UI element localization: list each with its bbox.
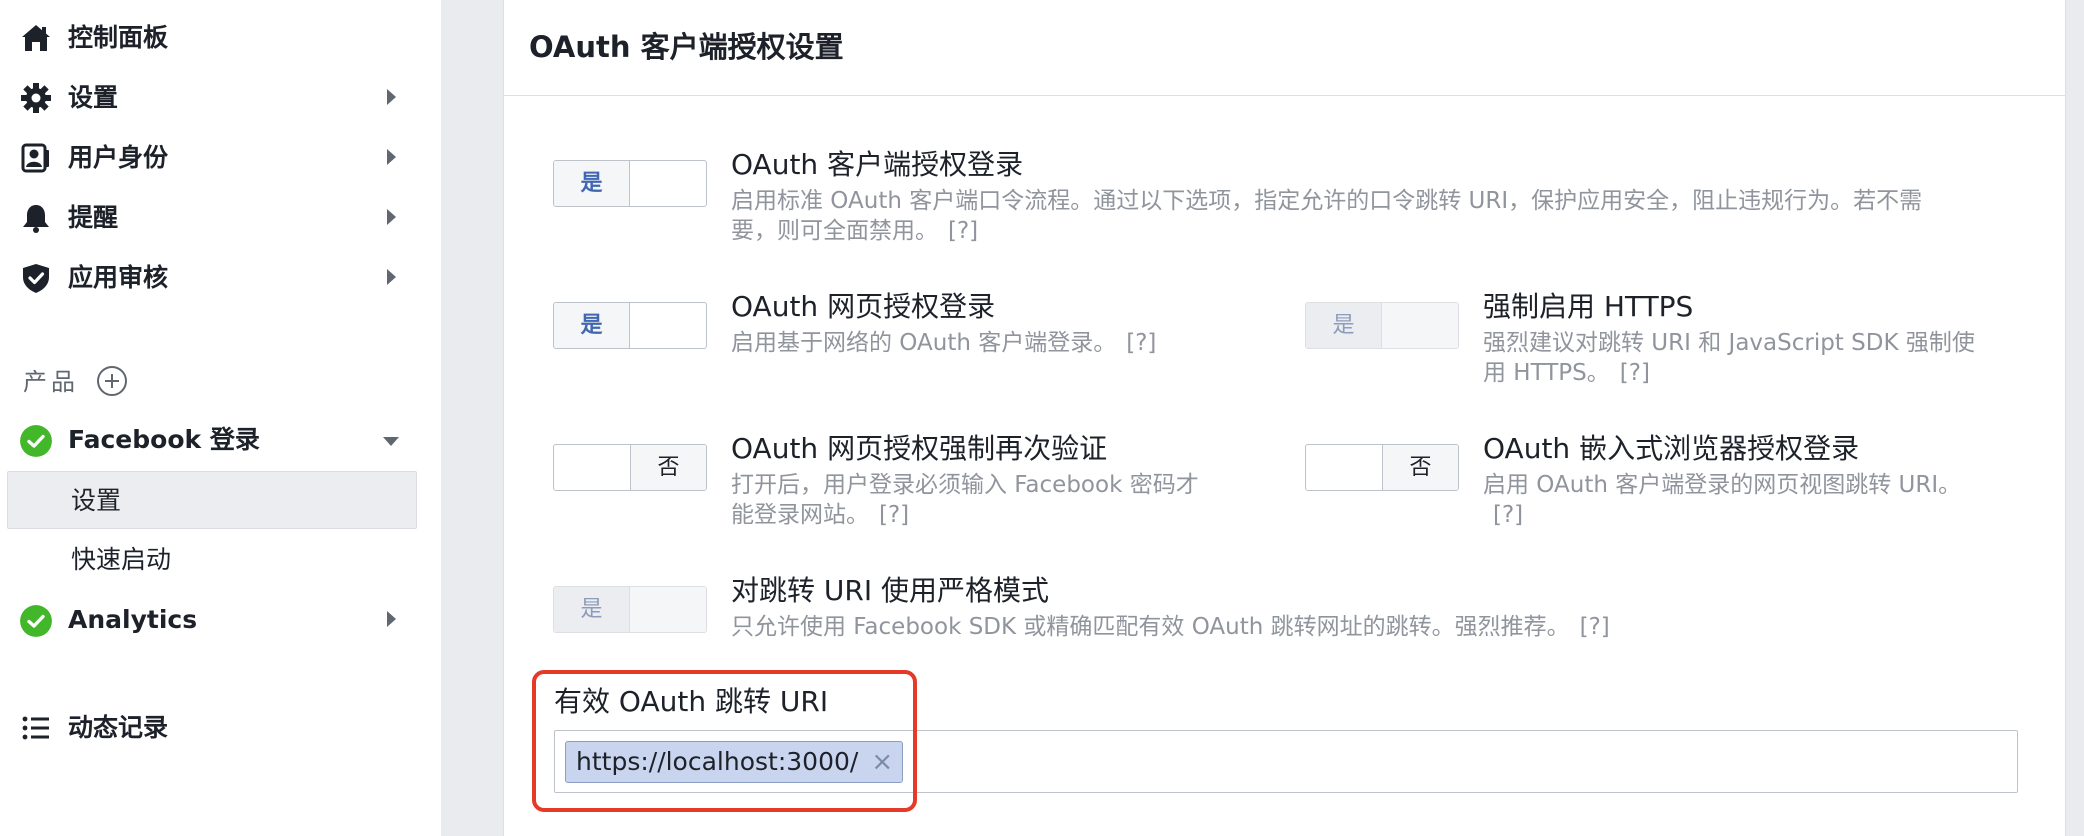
sidebar-item-label: 用户身份	[68, 143, 169, 172]
sidebar-item-label: 设置	[68, 83, 119, 112]
option-title: OAuth 网页授权登录	[731, 290, 996, 323]
sidebar-item-notifications[interactable]: 提醒	[0, 190, 441, 246]
sidebar: 控制面板 设置 用户身份 提醒 应用审核 产品 Facebook 登录 设置 快…	[0, 0, 441, 836]
shield-check-icon	[23, 264, 49, 293]
chevron-right-icon	[387, 269, 396, 285]
sidebar-item-user-identity[interactable]: 用户身份	[0, 130, 441, 186]
option-title: OAuth 嵌入式浏览器授权登录	[1483, 432, 1860, 465]
option-description: 强烈建议对跳转 URI 和 JavaScript SDK 强制使用 HTTPS。…	[1483, 330, 1975, 386]
toggle-embedded-browser-login[interactable]: 否	[1305, 444, 1459, 491]
help-link[interactable]: [?]	[879, 502, 909, 528]
home-icon	[22, 25, 50, 51]
chevron-right-icon	[387, 611, 396, 627]
toggle-force-reauth[interactable]: 否	[553, 444, 707, 491]
help-link[interactable]: [?]	[1126, 330, 1156, 356]
sidebar-subitem-label: 快速启动	[71, 545, 172, 574]
sidebar-item-label: Facebook 登录	[68, 425, 260, 454]
sidebar-item-label: Analytics	[68, 605, 198, 634]
toggle-web-oauth-login[interactable]: 是	[553, 302, 707, 349]
sidebar-item-dashboard[interactable]: 控制面板	[0, 10, 441, 66]
option-title: OAuth 网页授权强制再次验证	[731, 432, 1108, 465]
add-product-icon[interactable]	[97, 366, 127, 396]
toggle-state-label: 是	[554, 161, 630, 206]
sidebar-item-facebook-login[interactable]: Facebook 登录	[0, 412, 441, 468]
highlight-annotation	[532, 670, 917, 812]
chevron-right-icon	[387, 89, 396, 105]
panel-header: OAuth 客户端授权设置	[504, 0, 2065, 96]
toggle-blank-segment	[630, 587, 706, 632]
check-circle-icon	[20, 605, 52, 637]
chevron-right-icon	[387, 209, 396, 225]
toggle-state-label: 否	[1382, 445, 1458, 490]
sidebar-item-analytics[interactable]: Analytics	[0, 592, 441, 648]
sidebar-item-activity-log[interactable]: 动态记录	[0, 700, 441, 756]
sidebar-item-settings[interactable]: 设置	[0, 70, 441, 126]
option-description: 启用 OAuth 客户端登录的网页视图跳转 URI。[?]	[1483, 472, 1962, 528]
sidebar-subitem-settings[interactable]: 设置	[7, 471, 417, 529]
chevron-right-icon	[387, 149, 396, 165]
option-title: 对跳转 URI 使用严格模式	[731, 574, 1050, 607]
help-link[interactable]: [?]	[1580, 614, 1610, 640]
toggle-state-label: 是	[554, 587, 630, 632]
toggle-blank-segment	[1382, 303, 1458, 348]
help-link[interactable]: [?]	[948, 218, 978, 244]
option-description: 启用标准 OAuth 客户端口令流程。通过以下选项，指定允许的口令跳转 URI，…	[731, 188, 1923, 244]
sidebar-item-app-review[interactable]: 应用审核	[0, 250, 441, 306]
option-title: OAuth 客户端授权登录	[731, 148, 1024, 181]
help-link[interactable]: [?]	[1493, 502, 1523, 528]
gear-icon	[21, 83, 51, 113]
toggle-state-label: 是	[554, 303, 630, 348]
toggle-client-oauth-login[interactable]: 是	[553, 160, 707, 207]
sidebar-subitem-quickstart[interactable]: 快速启动	[7, 531, 417, 589]
help-link[interactable]: [?]	[1620, 360, 1650, 386]
bell-icon	[23, 205, 49, 233]
page-title: OAuth 客户端授权设置	[529, 30, 844, 64]
option-description: 打开后，用户登录必须输入 Facebook 密码才能登录网站。 [?]	[731, 472, 1199, 528]
toggle-enforce-https: 是	[1305, 302, 1459, 349]
sidebar-item-label: 动态记录	[68, 713, 169, 742]
toggle-state-label: 是	[1306, 303, 1382, 348]
option-description: 启用基于网络的 OAuth 客户端登录。 [?]	[731, 330, 1157, 356]
check-circle-icon	[20, 425, 52, 457]
sidebar-subitem-label: 设置	[71, 486, 122, 515]
toggle-state-label: 否	[630, 445, 706, 490]
sidebar-item-label: 应用审核	[68, 263, 169, 292]
option-description: 只允许使用 Facebook SDK 或精确匹配有效 OAuth 跳转网址的跳转…	[731, 614, 1610, 640]
toggle-strict-mode: 是	[553, 586, 707, 633]
chevron-down-icon	[383, 437, 399, 446]
products-heading: 产品	[23, 368, 79, 396]
sidebar-item-label: 控制面板	[68, 23, 169, 52]
option-title: 强制启用 HTTPS	[1483, 290, 1694, 323]
list-icon	[22, 716, 49, 740]
user-badge-icon	[21, 143, 49, 173]
sidebar-item-label: 提醒	[68, 203, 119, 232]
